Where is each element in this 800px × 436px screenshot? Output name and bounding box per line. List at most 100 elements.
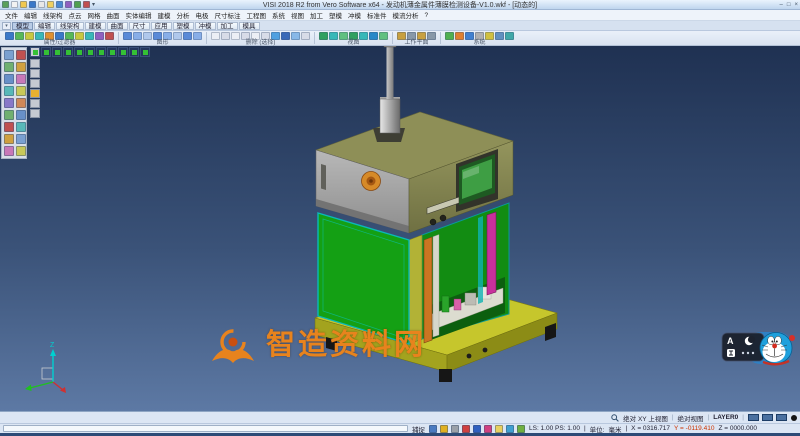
menu-item[interactable]: 点云	[68, 10, 83, 20]
view-orientation-icon[interactable]	[129, 47, 139, 57]
ribbon-icon[interactable]	[379, 32, 388, 40]
ribbon-icon[interactable]	[465, 32, 474, 40]
view-status[interactable]: 绝对视图	[678, 413, 704, 423]
ribbon-icon[interactable]	[445, 32, 454, 40]
snap-toggle-icon[interactable]	[495, 425, 503, 433]
ribbon-icon[interactable]	[475, 32, 484, 40]
maximize-button[interactable]: □	[787, 0, 791, 10]
view-orientation-icon[interactable]	[52, 47, 62, 57]
view-orientation-icon[interactable]	[30, 47, 40, 57]
toolbar-tab[interactable]: 尺寸	[129, 22, 150, 30]
ribbon-icon[interactable]	[251, 32, 260, 40]
palette-icon[interactable]	[16, 98, 26, 108]
selection-mode-icon[interactable]	[30, 109, 40, 118]
snap-toggle-icon[interactable]	[429, 425, 437, 433]
selection-mode-icon[interactable]	[30, 89, 40, 98]
snap-toggle-icon[interactable]	[440, 425, 448, 433]
ribbon-icon[interactable]	[55, 32, 64, 40]
ribbon-icon[interactable]	[25, 32, 34, 40]
toolbar-tab[interactable]: 冲模	[195, 22, 216, 30]
ribbon-icon[interactable]	[359, 32, 368, 40]
ribbon-icon[interactable]	[153, 32, 162, 40]
palette-icon[interactable]	[4, 50, 14, 60]
close-button[interactable]: ×	[794, 0, 798, 10]
ribbon-icon[interactable]	[163, 32, 172, 40]
ribbon-icon[interactable]	[231, 32, 240, 40]
selection-mode-icon[interactable]	[30, 79, 40, 88]
palette-icon[interactable]	[4, 86, 14, 96]
ribbon-icon[interactable]	[105, 32, 114, 40]
palette-icon[interactable]	[16, 74, 26, 84]
menu-item[interactable]: 分析	[176, 10, 191, 20]
ribbon-icon[interactable]	[281, 32, 290, 40]
ribbon-icon[interactable]	[133, 32, 142, 40]
toolbar-tab[interactable]: 模型	[12, 22, 33, 30]
ribbon-icon[interactable]	[369, 32, 378, 40]
ribbon-icon[interactable]	[407, 32, 416, 40]
color-swatch[interactable]	[762, 414, 773, 421]
ribbon-icon[interactable]	[339, 32, 348, 40]
menu-item[interactable]: 工程图	[246, 10, 268, 20]
ribbon-icon[interactable]	[329, 32, 338, 40]
background-color-dot[interactable]	[791, 415, 797, 421]
toolbar-tab[interactable]: 编辑	[34, 22, 55, 30]
ribbon-icon[interactable]	[211, 32, 220, 40]
menu-item[interactable]: 模流分析	[392, 10, 420, 20]
palette-icon[interactable]	[16, 134, 26, 144]
menu-item[interactable]: ?	[424, 12, 430, 19]
palette-icon[interactable]	[4, 62, 14, 72]
ribbon-icon[interactable]	[241, 32, 250, 40]
menu-item[interactable]: 线架构	[42, 10, 64, 20]
layer-indicator[interactable]: LAYER0	[713, 414, 738, 421]
menu-item[interactable]: 文件	[4, 10, 19, 20]
color-swatch[interactable]	[776, 414, 787, 421]
menu-item[interactable]: 建模	[157, 10, 172, 20]
palette-icon[interactable]	[4, 134, 14, 144]
ime-mode-button[interactable]: A	[727, 336, 734, 346]
selection-mode-icon[interactable]	[30, 99, 40, 108]
view-orientation-icon[interactable]	[85, 47, 95, 57]
ribbon-icon[interactable]	[65, 32, 74, 40]
ribbon-icon[interactable]	[291, 32, 300, 40]
ribbon-icon[interactable]	[427, 32, 436, 40]
palette-icon[interactable]	[4, 122, 14, 132]
toolbar-tab[interactable]: 线架构	[56, 22, 84, 30]
menu-item[interactable]: 视图	[290, 10, 305, 20]
viewport-3d[interactable]: Z 智造资料网 A	[0, 46, 800, 411]
ribbon-icon[interactable]	[123, 32, 132, 40]
selection-mode-icon[interactable]	[30, 69, 40, 78]
view-orientation-icon[interactable]	[107, 47, 117, 57]
menu-item[interactable]: 曲面	[106, 10, 121, 20]
toolbar-tab[interactable]: 加工	[217, 22, 238, 30]
ribbon-icon[interactable]	[485, 32, 494, 40]
ribbon-icon[interactable]	[143, 32, 152, 40]
view-orientation-icon[interactable]	[96, 47, 106, 57]
tab-overflow-button[interactable]: ▾	[2, 22, 11, 30]
menu-item[interactable]: 塑模	[328, 10, 343, 20]
view-orientation-icon[interactable]	[118, 47, 128, 57]
palette-icon[interactable]	[4, 110, 14, 120]
ribbon-icon[interactable]	[45, 32, 54, 40]
palette-icon[interactable]	[4, 146, 14, 156]
command-input[interactable]	[3, 425, 408, 432]
palette-icon[interactable]	[16, 50, 26, 60]
snap-toggle-icon[interactable]	[506, 425, 514, 433]
toolbar-tab[interactable]: 模具	[239, 22, 260, 30]
ribbon-icon[interactable]	[173, 32, 182, 40]
ribbon-icon[interactable]	[85, 32, 94, 40]
units-value[interactable]: 毫米	[608, 424, 621, 434]
menu-item[interactable]: 加工	[309, 10, 324, 20]
view-orientation-icon[interactable]	[140, 47, 150, 57]
toolbar-tab[interactable]: 塑模	[173, 22, 194, 30]
ribbon-icon[interactable]	[183, 32, 192, 40]
palette-icon[interactable]	[16, 62, 26, 72]
color-swatch[interactable]	[748, 414, 759, 421]
ribbon-icon[interactable]	[15, 32, 24, 40]
ribbon-icon[interactable]	[75, 32, 84, 40]
snap-toggle-icon[interactable]	[473, 425, 481, 433]
view-orientation-icon[interactable]	[41, 47, 51, 57]
palette-icon[interactable]	[4, 98, 14, 108]
ribbon-icon[interactable]	[221, 32, 230, 40]
snap-toggle-icon[interactable]	[462, 425, 470, 433]
toolbar-tab[interactable]: 建模	[85, 22, 106, 30]
